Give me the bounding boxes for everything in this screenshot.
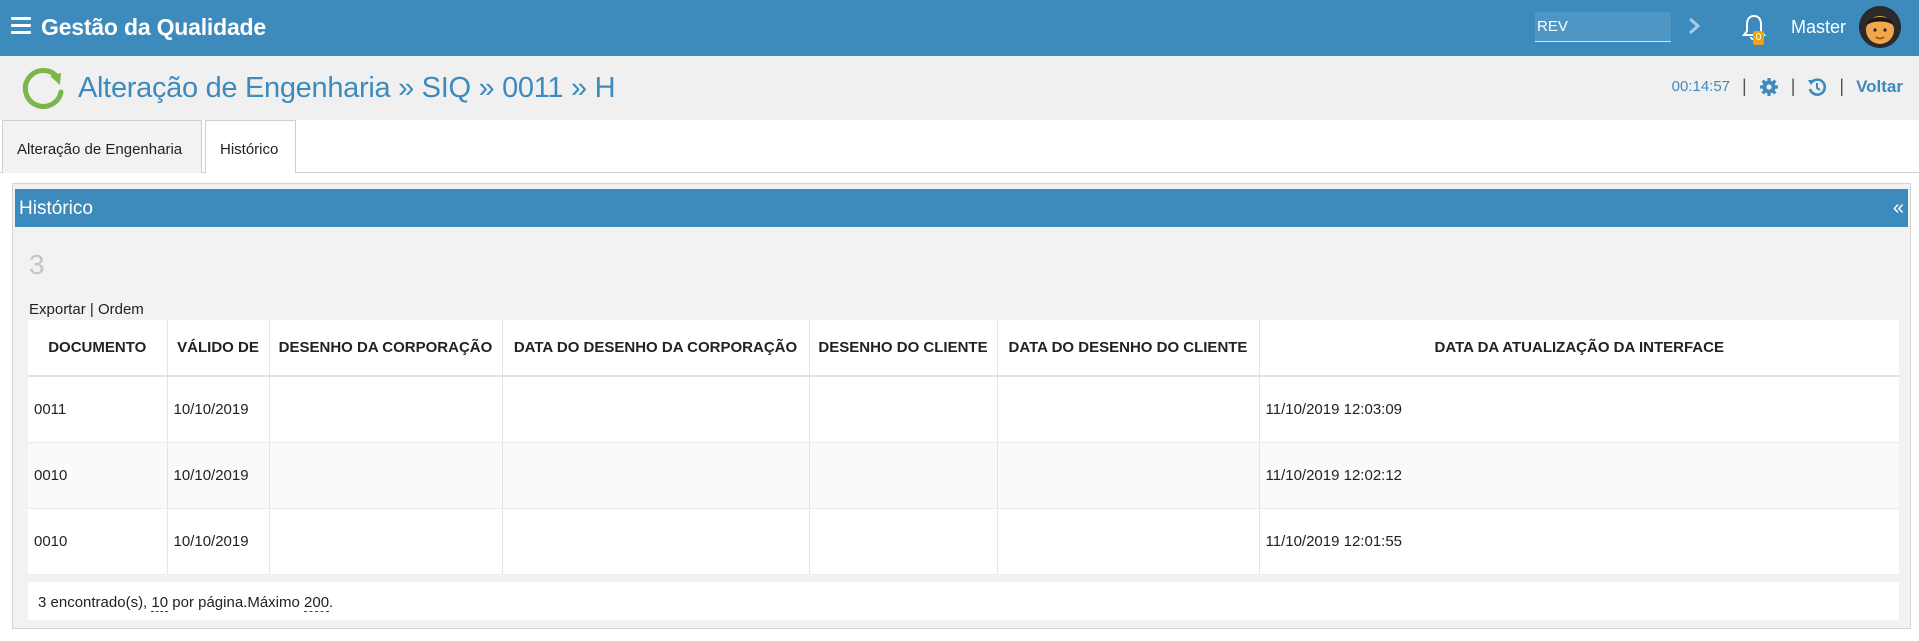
table-header-row: DOCUMENTO VÁLIDO DE DESENHO DA CORPORAÇÃ… bbox=[28, 320, 1899, 377]
max-selector[interactable]: 200 bbox=[304, 594, 330, 612]
chevron-right-icon[interactable] bbox=[1684, 15, 1704, 37]
table-actions: Exportar | Ordem bbox=[29, 301, 144, 318]
cell-desenho-cliente bbox=[809, 376, 998, 443]
pager-end: . bbox=[329, 594, 334, 611]
top-bar: Gestão da Qualidade 0 Master bbox=[0, 0, 1919, 56]
found-count: 3 encontrado(s), bbox=[38, 594, 148, 611]
cell-desenho-cliente bbox=[809, 442, 998, 509]
table-row[interactable]: 0010 10/10/2019 11/10/2019 12:01:55 bbox=[28, 508, 1899, 575]
back-link[interactable]: Voltar bbox=[1856, 77, 1903, 97]
table-row[interactable]: 0010 10/10/2019 11/10/2019 12:02:12 bbox=[28, 442, 1899, 509]
avatar[interactable] bbox=[1859, 6, 1901, 48]
cell-documento: 0010 bbox=[28, 442, 168, 509]
cell-documento: 0010 bbox=[28, 508, 168, 575]
gear-icon[interactable] bbox=[1759, 77, 1779, 97]
column-header[interactable]: DATA DO DESENHO DO CLIENTE bbox=[997, 320, 1260, 377]
cell-data-atualizacao: 11/10/2019 12:02:12 bbox=[1259, 442, 1899, 509]
page-title: Alteração de Engenharia » SIQ » 0011 » H bbox=[78, 72, 616, 104]
user-name[interactable]: Master bbox=[1791, 17, 1846, 38]
per-page-label: por página.Máximo bbox=[172, 594, 300, 611]
cell-data-desenho-corporacao bbox=[502, 508, 810, 575]
table-row[interactable]: 0011 10/10/2019 11/10/2019 12:03:09 bbox=[28, 376, 1899, 443]
panel-header: Histórico « bbox=[15, 189, 1908, 227]
tab-bar: Alteração de Engenharia Histórico bbox=[0, 120, 1919, 174]
history-icon[interactable] bbox=[1807, 77, 1827, 97]
column-header[interactable]: VÁLIDO DE bbox=[167, 320, 270, 377]
pagination-info: 3 encontrado(s), 10 por página.Máximo 20… bbox=[28, 582, 1899, 620]
tab-historico[interactable]: Histórico bbox=[205, 120, 296, 174]
cell-valido-de: 10/10/2019 bbox=[167, 508, 270, 575]
panel-title: Histórico bbox=[19, 198, 93, 219]
page-header: Alteração de Engenharia » SIQ » 0011 » H… bbox=[0, 56, 1919, 120]
history-panel: Histórico « 3 Exportar | Ordem DOCUMENTO… bbox=[12, 183, 1911, 629]
cell-desenho-corporacao bbox=[269, 376, 503, 443]
cell-valido-de: 10/10/2019 bbox=[167, 442, 270, 509]
record-count: 3 bbox=[29, 249, 45, 280]
notification-badge: 0 bbox=[1753, 31, 1764, 45]
separator: | bbox=[1742, 76, 1747, 96]
app-title: Gestão da Qualidade bbox=[41, 14, 266, 40]
separator: | bbox=[1790, 76, 1796, 96]
main-content: Histórico « 3 Exportar | Ordem DOCUMENTO… bbox=[0, 173, 1919, 641]
export-link[interactable]: Exportar bbox=[29, 301, 86, 318]
history-table: DOCUMENTO VÁLIDO DE DESENHO DA CORPORAÇÃ… bbox=[28, 320, 1899, 575]
cell-data-atualizacao: 11/10/2019 12:03:09 bbox=[1259, 376, 1899, 443]
cell-desenho-corporacao bbox=[269, 508, 503, 575]
column-header[interactable]: DATA DO DESENHO DA CORPORAÇÃO bbox=[502, 320, 810, 377]
separator: | bbox=[1839, 76, 1845, 96]
column-header[interactable]: DESENHO DO CLIENTE bbox=[809, 320, 998, 377]
column-header[interactable]: DESENHO DA CORPORAÇÃO bbox=[269, 320, 503, 377]
cell-data-desenho-cliente bbox=[997, 442, 1260, 509]
column-header[interactable]: DATA DA ATUALIZAÇÃO DA INTERFACE bbox=[1259, 320, 1899, 377]
cell-desenho-corporacao bbox=[269, 442, 503, 509]
order-link[interactable]: Ordem bbox=[98, 301, 144, 318]
collapse-icon[interactable]: « bbox=[1893, 197, 1904, 220]
cell-valido-de: 10/10/2019 bbox=[167, 376, 270, 443]
cell-data-desenho-cliente bbox=[997, 376, 1260, 443]
cell-documento: 0011 bbox=[28, 376, 168, 443]
cell-data-atualizacao: 11/10/2019 12:01:55 bbox=[1259, 508, 1899, 575]
cell-data-desenho-corporacao bbox=[502, 442, 810, 509]
cell-data-desenho-corporacao bbox=[502, 376, 810, 443]
column-header[interactable]: DOCUMENTO bbox=[28, 320, 168, 377]
hamburger-icon[interactable] bbox=[11, 17, 31, 35]
header-actions: 00:14:57 | | | Voltar bbox=[1672, 76, 1903, 97]
actions-separator: | bbox=[89, 301, 94, 318]
per-page-selector[interactable]: 10 bbox=[151, 594, 169, 612]
tab-alteracao-engenharia[interactable]: Alteração de Engenharia bbox=[2, 120, 202, 173]
cell-desenho-cliente bbox=[809, 508, 998, 575]
refresh-icon bbox=[22, 67, 64, 109]
session-timer: 00:14:57 bbox=[1671, 78, 1731, 95]
search-input[interactable] bbox=[1535, 12, 1671, 42]
cell-data-desenho-cliente bbox=[997, 508, 1260, 575]
